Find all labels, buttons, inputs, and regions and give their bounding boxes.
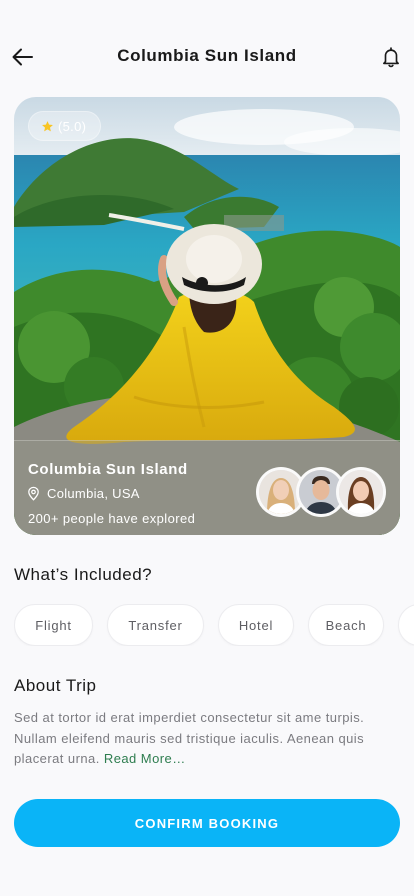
about-text: Sed at tortor id erat imperdiet consecte…	[14, 710, 365, 766]
avatar	[336, 467, 386, 517]
about-description: Sed at tortor id erat imperdiet consecte…	[14, 708, 400, 770]
explored-count: 200+ people have explored	[28, 511, 196, 526]
map-pin-icon	[28, 486, 39, 501]
included-chips: Flight Transfer Hotel Beach	[14, 604, 414, 646]
chip-flight[interactable]: Flight	[14, 604, 93, 646]
chip-hotel[interactable]: Hotel	[218, 604, 294, 646]
destination-location: Columbia, USA	[26, 486, 140, 501]
page-title: Columbia Sun Island	[117, 46, 297, 65]
included-section-title: What’s Included?	[14, 565, 153, 584]
about-section-title: About Trip	[14, 676, 97, 695]
notification-button[interactable]	[378, 44, 404, 70]
explorer-avatars[interactable]	[256, 467, 388, 517]
star-icon	[42, 120, 53, 131]
location-label: Columbia, USA	[47, 486, 140, 501]
chip-beach[interactable]: Beach	[308, 604, 384, 646]
read-more-link[interactable]: Read More…	[104, 751, 186, 766]
chip-more[interactable]	[398, 604, 414, 646]
bell-icon	[383, 47, 399, 68]
confirm-booking-button[interactable]: CONFIRM BOOKING	[14, 799, 400, 847]
rating-badge: (5.0)	[28, 111, 102, 141]
rating-value: (5.0)	[58, 118, 87, 134]
destination-name: Columbia Sun Island	[28, 461, 188, 478]
chip-transfer[interactable]: Transfer	[107, 604, 204, 646]
destination-hero-card[interactable]: (5.0) Columbia Sun Island Columbia, USA …	[14, 97, 400, 535]
hero-info-overlay: Columbia Sun Island Columbia, USA 200+ p…	[14, 440, 400, 535]
